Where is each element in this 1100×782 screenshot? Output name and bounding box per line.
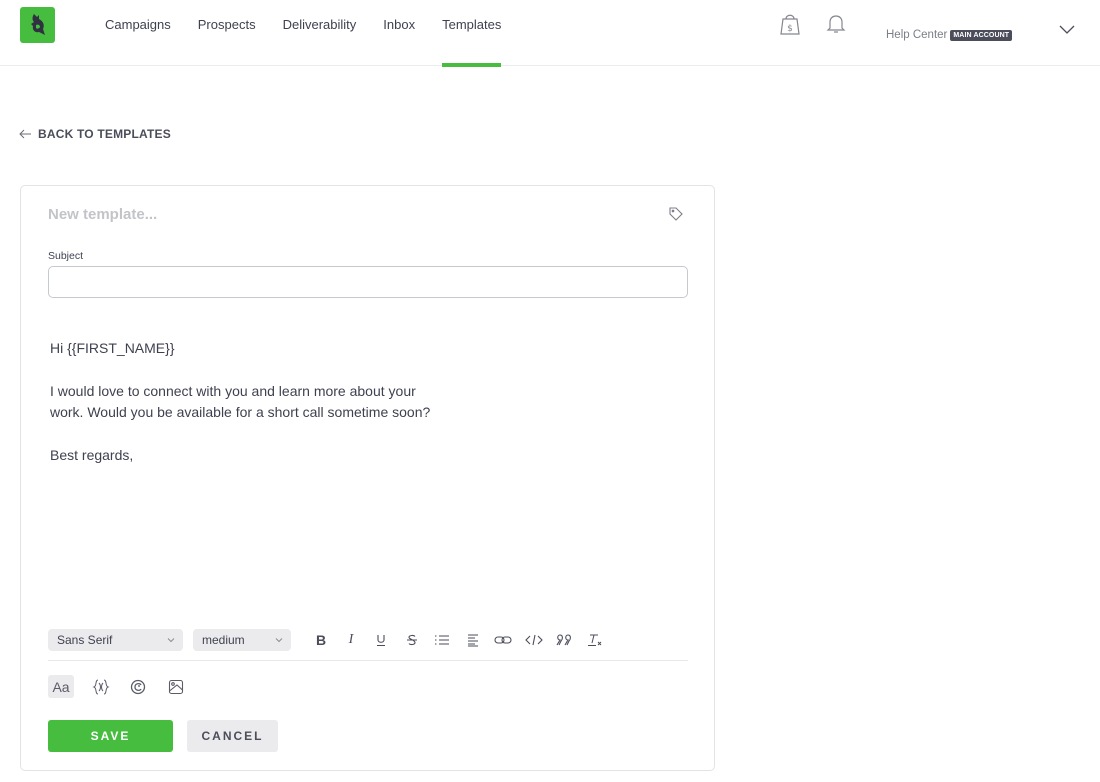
svg-text:$: $ [787, 24, 793, 34]
insert-image-button[interactable] [163, 675, 189, 698]
body-line: work. Would you be available for a short… [50, 404, 431, 420]
chevron-down-icon [275, 638, 283, 643]
body-line: I would love to connect with you and lea… [50, 382, 416, 399]
bold-icon: B [315, 632, 327, 648]
nav-deliverability[interactable]: Deliverability [283, 0, 357, 66]
clear-format-button[interactable] [586, 631, 604, 649]
link-icon [494, 636, 512, 644]
help-center-label[interactable]: Help Center [886, 29, 947, 41]
font-family-select[interactable]: Sans Serif [48, 629, 183, 651]
main-nav: Campaigns Prospects Deliverability Inbox… [105, 0, 528, 67]
account-badge: MAIN ACCOUNT [950, 29, 1013, 41]
quote-icon [556, 634, 571, 646]
back-to-templates-link[interactable]: BACK TO TEMPLATES [19, 127, 171, 141]
underline-icon [377, 635, 385, 647]
copyright-icon [130, 679, 146, 694]
bullet-list-icon [435, 635, 449, 645]
font-size-select[interactable]: medium [193, 629, 291, 651]
arrow-left-icon [19, 129, 31, 139]
font-size-value: medium [202, 633, 245, 647]
curly-braces-icon [92, 679, 110, 694]
bell-icon[interactable] [824, 12, 848, 36]
cancel-button[interactable]: CANCEL [187, 720, 278, 752]
bullet-list-button[interactable] [433, 631, 451, 649]
top-navigation: Campaigns Prospects Deliverability Inbox… [0, 0, 1100, 67]
image-icon [168, 679, 184, 694]
align-left-icon [468, 634, 478, 647]
underline-button[interactable] [372, 631, 390, 649]
font-family-value: Sans Serif [57, 633, 113, 647]
email-body-editor[interactable]: Hi {{FIRST_NAME}} I would love to connec… [50, 338, 670, 466]
body-line: Best regards, [50, 446, 134, 463]
variables-button[interactable] [88, 675, 114, 698]
text-format-icon: Aa [52, 678, 70, 695]
template-editor-card: Subject Hi {{FIRST_NAME}} I would love t… [20, 185, 715, 771]
link-button[interactable] [494, 631, 512, 649]
copyright-button[interactable] [125, 675, 151, 698]
formatting-toolbar: Sans Serif medium B I [48, 628, 688, 661]
clear-format-icon [588, 634, 602, 646]
save-button[interactable]: SAVE [48, 720, 173, 752]
subject-input[interactable] [48, 266, 688, 298]
align-button[interactable] [464, 631, 482, 649]
chevron-down-icon[interactable] [1058, 22, 1076, 36]
help-center[interactable]: Help Center MAIN ACCOUNT [886, 29, 1013, 41]
strikethrough-button[interactable] [403, 631, 421, 649]
back-link-label: BACK TO TEMPLATES [38, 127, 171, 141]
blockquote-button[interactable] [555, 631, 573, 649]
app-logo[interactable] [20, 7, 55, 43]
subject-label: Subject [48, 250, 84, 262]
text-format-button[interactable]: Aa [48, 675, 74, 698]
strikethrough-icon [407, 634, 417, 646]
nav-templates[interactable]: Templates [442, 0, 502, 67]
nav-inbox[interactable]: Inbox [383, 0, 415, 66]
wolf-logo-icon [30, 14, 45, 35]
shopping-bag-dollar-icon[interactable]: $ [778, 12, 802, 36]
chevron-down-icon [167, 638, 175, 643]
italic-button[interactable]: I [342, 631, 360, 649]
bold-button[interactable]: B [312, 631, 330, 649]
italic-icon: I [348, 632, 354, 647]
body-line: Hi {{FIRST_NAME}} [50, 340, 175, 356]
code-button[interactable] [525, 631, 543, 649]
template-name-input[interactable] [48, 206, 628, 223]
nav-campaigns[interactable]: Campaigns [105, 0, 171, 66]
nav-prospects[interactable]: Prospects [198, 0, 256, 66]
code-icon [525, 634, 543, 646]
tag-icon[interactable] [668, 206, 684, 222]
